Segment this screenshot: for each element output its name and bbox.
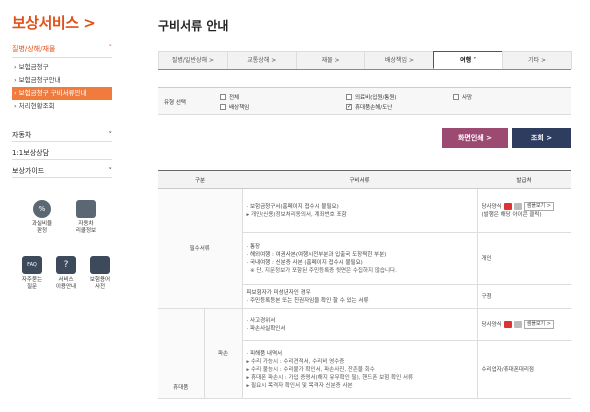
filter-label: 유형 선택	[164, 100, 186, 106]
faq-icon: FAQ	[22, 256, 42, 274]
damage-label: 파손	[204, 308, 243, 399]
row5-issuer: 수리업자/휴대폰대리점	[476, 340, 571, 399]
table-row: 필수서류 · 보험금청구서(홈페이지 접수시 불필요) ▸ 개인(신용)정보처리…	[158, 188, 571, 309]
print-button[interactable]: 화면인쇄 >	[442, 128, 508, 148]
required-docs-label: 필수서류	[158, 188, 243, 309]
sidebar-link-consult[interactable]: 1:1보상상담	[12, 146, 112, 160]
row4-issuer: 당사양식 샘플보기 >	[476, 308, 571, 341]
sidebar-title[interactable]: 보상서비스 >	[12, 12, 96, 33]
checkbox-death[interactable]: 사망	[453, 93, 472, 101]
sidebar-item-claim[interactable]: › 보험금청구	[12, 61, 112, 74]
portable-label: 휴대품	[158, 308, 205, 399]
checkbox-box[interactable]	[220, 94, 226, 100]
percent-icon: %	[33, 200, 51, 218]
quick-service-guide[interactable]: ? 서비스 이용안내	[50, 256, 82, 291]
car-icon	[76, 200, 96, 218]
sidebar-item-documents[interactable]: › 보험금청구 구비서류안내	[12, 87, 112, 100]
checkbox-medical[interactable]: 의료비(입원/통원)	[346, 93, 397, 101]
checkbox-all[interactable]: 전체	[220, 93, 239, 101]
quick-links-bottom: FAQ 자주묻는 질문 ? 서비스 이용안내 보험용어 사전	[16, 256, 116, 291]
sidebar-section-header[interactable]: 질병/상해/재물 ˅	[12, 44, 112, 58]
table-header-row: 구분 구비서류 발급처	[158, 170, 571, 189]
quick-car-recall[interactable]: 자동차 리콜정보	[66, 200, 106, 235]
sidebar-item-status[interactable]: › 처리현황조회	[12, 100, 112, 113]
checkbox-portable[interactable]: ✓ 휴대품손해/도난	[346, 103, 392, 111]
header-issuer: 발급처	[477, 170, 571, 189]
tab-liability[interactable]: 배상책임 >	[364, 51, 435, 69]
print-icon[interactable]	[513, 203, 522, 210]
sidebar: 보상서비스 > 질병/상해/재물 ˅ › 보험금청구 › 보험금청구안내 › 보…	[0, 0, 120, 412]
pdf-icon[interactable]	[503, 203, 512, 210]
tab-traffic[interactable]: 교통상해 >	[226, 51, 297, 69]
quick-links-top: % 과실비율 판정 자동차 리콜정보	[22, 200, 106, 235]
question-icon: ?	[56, 256, 76, 274]
chevron-down-icon: ˅	[108, 167, 113, 175]
row2-docs: · 통장 · 해외여행 : 여권사본(여행시전부분과 입출국 도장찍힌 부분) …	[242, 232, 477, 285]
tab-other[interactable]: 기타 >	[502, 51, 572, 69]
sample-view-button[interactable]: 샘플보기 >	[523, 202, 554, 211]
table-row: 휴대품 파손 · 사고경위서 · 파손사실확인서 당사양식 샘플보기 >	[158, 308, 571, 399]
tab-travel[interactable]: 여행 ˅	[433, 51, 504, 69]
row2-issuer: 개인	[476, 232, 571, 285]
sidebar-section-label: 질병/상해/재물	[12, 45, 56, 53]
checkbox-liability[interactable]: 배상책임	[220, 103, 249, 111]
checkbox-box[interactable]	[220, 104, 226, 110]
quick-dictionary[interactable]: 보험용어 사전	[84, 256, 116, 291]
tab-disease[interactable]: 질병/일반상해 >	[158, 51, 228, 69]
pdf-icon[interactable]	[503, 321, 512, 328]
sample-view-button[interactable]: 샘플보기 >	[523, 320, 554, 329]
sidebar-link-auto[interactable]: 자동차 ˅	[12, 128, 112, 142]
chevron-down-icon: ˅	[108, 44, 113, 52]
sidebar-link-guide[interactable]: 보상가이드 ˅	[12, 164, 112, 178]
print-icon[interactable]	[513, 321, 522, 328]
sidebar-section: 질병/상해/재물 ˅ › 보험금청구 › 보험금청구안내 › 보험금청구 구비서…	[12, 44, 112, 113]
row1-issuer: 당사양식 샘플보기 > (발행은 해당 아이콘 클릭)	[476, 188, 571, 233]
quick-faq[interactable]: FAQ 자주묻는 질문	[16, 256, 48, 291]
documents-table: 구분 구비서류 발급처 필수서류 · 보험금청구서(홈페이지 접수시 불필요) …	[158, 170, 571, 399]
checkbox-box-checked[interactable]: ✓	[346, 104, 352, 110]
category-tabs: 질병/일반상해 > 교통상해 > 재물 > 배상책임 > 여행 ˅ 기타 >	[158, 51, 572, 70]
sidebar-item-claim-guide[interactable]: › 보험금청구안내	[12, 74, 112, 87]
type-filter: 유형 선택 전체 의료비(입원/통원) 사망 배상책임 ✓ 휴대품손해/도난	[158, 87, 571, 115]
row3-docs: 피보험자가 미성년자인 경우 · 주민등록등본 또는 친권자임을 확인 할 수 …	[242, 284, 477, 309]
query-button[interactable]: 조회 >	[512, 128, 571, 148]
page-title: 구비서류 안내	[158, 19, 229, 33]
row4-docs: · 사고경위서 · 파손사실확인서	[242, 308, 477, 341]
row3-issuer: 구청	[476, 284, 571, 309]
row5-docs: · 피해품 내역서 ▸ 수리 가능시 : 수리견적서, 수리비 영수증 ▸ 수리…	[242, 340, 477, 399]
header-category: 구분	[158, 170, 242, 189]
tab-property[interactable]: 재물 >	[295, 51, 366, 69]
header-documents: 구비서류	[242, 170, 477, 189]
chevron-down-icon: ˅	[108, 131, 113, 139]
quick-fault-ratio[interactable]: % 과실비율 판정	[22, 200, 62, 235]
dictionary-icon	[90, 256, 110, 274]
checkbox-box[interactable]	[453, 94, 459, 100]
checkbox-box[interactable]	[346, 94, 352, 100]
row1-docs: · 보험금청구서(홈페이지 접수시 불필요) ▸ 개인(신용)정보처리동의서, …	[242, 188, 477, 233]
